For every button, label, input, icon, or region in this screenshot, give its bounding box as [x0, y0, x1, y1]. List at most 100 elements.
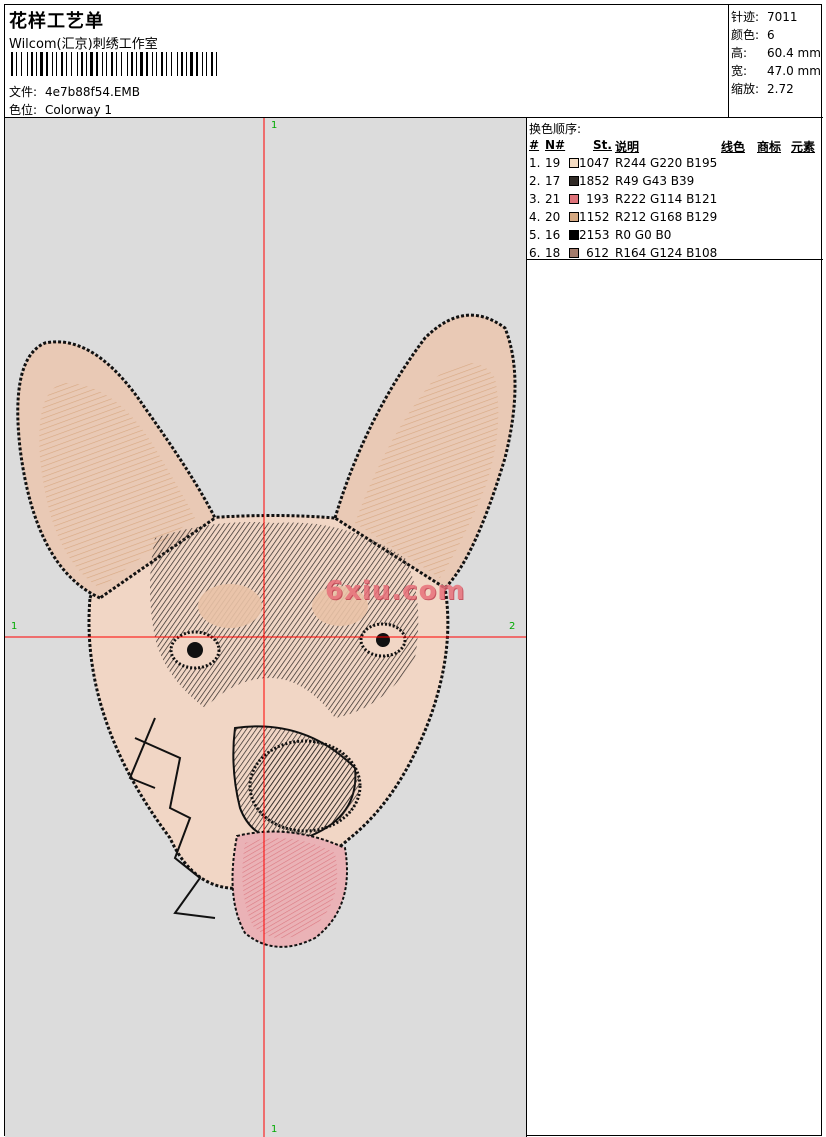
barcode-bar [190, 52, 193, 76]
col-thread: 线色 [721, 140, 746, 154]
barcode-bar [136, 52, 137, 76]
thread-swatch [569, 194, 579, 204]
row-stitches: 1852 [579, 174, 610, 188]
barcode-bar [121, 52, 122, 76]
thread-swatch [569, 230, 579, 240]
barcode-bar [31, 52, 33, 76]
barcode-bar [181, 52, 183, 76]
row-needle: 17 [545, 174, 561, 188]
row-index: 6. [529, 246, 541, 260]
barcode-bar [196, 52, 198, 76]
thread-swatch [569, 158, 579, 168]
row-index: 3. [529, 192, 541, 206]
file-label: 文件: [9, 85, 38, 99]
barcode-bar [152, 52, 153, 76]
barcode-bar [86, 52, 87, 76]
barcode-bar [56, 52, 57, 76]
barcode-bar [206, 52, 207, 76]
watermark: 6xiu.com [325, 576, 466, 606]
barcode-bar [216, 52, 217, 76]
row-needle: 20 [545, 210, 561, 224]
design-stats: 针迹: 7011 颜色: 6 高: 60.4 mm 宽: 47.0 mm 缩放: 2.72 [729, 5, 823, 118]
barcode-bar [52, 52, 53, 76]
axis-right-label: 2 [509, 621, 516, 632]
stat-stitches: 针迹: 7011 [731, 10, 798, 24]
barcode-bar [66, 52, 67, 76]
row-description: R212 G168 B129 [615, 210, 718, 224]
row-stitches: 1047 [579, 156, 610, 170]
col-desc: 说明 [615, 140, 640, 154]
barcode-bar [27, 52, 28, 76]
row-index: 5. [529, 228, 541, 242]
colorway-label: 色位: [9, 103, 38, 117]
barcode-bar [171, 52, 172, 76]
barcode-bar [40, 52, 43, 76]
axis-bottom-label: 1 [271, 1124, 278, 1135]
stat-zoom: 缩放: 2.72 [731, 82, 794, 96]
design-preview: 6xiu.com 1 1 2 1 [5, 118, 527, 1137]
stat-width: 宽: 47.0 mm [731, 64, 821, 78]
row-stitches: 612 [586, 246, 609, 260]
row-index: 4. [529, 210, 541, 224]
row-needle: 21 [545, 192, 561, 206]
row-description: R244 G220 B195 [615, 156, 718, 170]
stat-colors: 颜色: 6 [731, 28, 775, 42]
barcode-bar [131, 52, 133, 76]
color-sequence-heading: 换色顺序: [529, 122, 582, 136]
colorway-row: 色位: Colorway 1 [9, 101, 112, 118]
row-needle: 16 [545, 228, 561, 242]
row-stitches: 193 [586, 192, 609, 206]
worksheet-title: 花样工艺单 [9, 11, 104, 32]
barcode-bar [127, 52, 128, 76]
barcode-bar [202, 52, 203, 76]
dog-embroidery-illustration [5, 118, 526, 1137]
row-description: R49 G43 B39 [615, 174, 695, 188]
barcode-bar [11, 52, 13, 76]
barcode-bar [46, 52, 48, 76]
barcode-bar [156, 52, 157, 76]
thread-swatch [569, 248, 579, 258]
barcode-bar [161, 52, 163, 76]
company-name: Wilcom(汇京)刺绣工作室 [9, 37, 158, 52]
row-needle: 19 [545, 156, 561, 170]
col-n: N# [545, 138, 566, 152]
axis-left-label: 1 [11, 621, 18, 632]
barcode-bar [166, 52, 167, 76]
barcode-bar [21, 52, 22, 76]
barcode-bar [140, 52, 143, 76]
col-element: 元素 [791, 140, 816, 154]
row-needle: 18 [545, 246, 561, 260]
barcode-bar [96, 52, 98, 76]
barcode-bar [146, 52, 148, 76]
barcode-bar [61, 52, 63, 76]
barcode-bar [111, 52, 113, 76]
barcode-bar [211, 52, 213, 76]
colorway-value: Colorway 1 [45, 103, 113, 117]
worksheet-header: 花样工艺单 Wilcom(汇京)刺绣工作室 文件: 4e7b88f54.EMB 色… [5, 5, 729, 118]
barcode-bar [81, 52, 83, 76]
barcode-bar [77, 52, 78, 76]
col-hash: # [529, 138, 540, 152]
row-description: R164 G124 B108 [615, 246, 718, 260]
row-stitches: 2153 [579, 228, 610, 242]
file-row: 文件: 4e7b88f54.EMB [9, 83, 140, 100]
barcode-bar [106, 52, 107, 76]
col-st: St. [593, 138, 612, 152]
barcode-bar [177, 52, 178, 76]
worksheet-frame: 花样工艺单 Wilcom(汇京)刺绣工作室 文件: 4e7b88f54.EMB 色… [4, 4, 823, 1137]
barcode-bar [16, 52, 17, 76]
file-value: 4e7b88f54.EMB [45, 85, 141, 99]
row-description: R0 G0 B0 [615, 228, 672, 242]
barcode-bar [90, 52, 93, 76]
stat-height: 高: 60.4 mm [731, 46, 821, 60]
axis-top-label: 1 [271, 120, 278, 131]
row-description: R222 G114 B121 [615, 192, 718, 206]
color-sequence-panel: 换色顺序: # N# St. 说明 线色 商标 元素 1. 19 1047 R244 … [527, 118, 823, 260]
barcode-bar [102, 52, 103, 76]
row-stitches: 1152 [579, 210, 610, 224]
row-index: 1. [529, 156, 541, 170]
barcode-bar [186, 52, 187, 76]
barcode-bar [116, 52, 117, 76]
barcode-bar [36, 52, 37, 76]
col-brand: 商标 [757, 140, 782, 154]
